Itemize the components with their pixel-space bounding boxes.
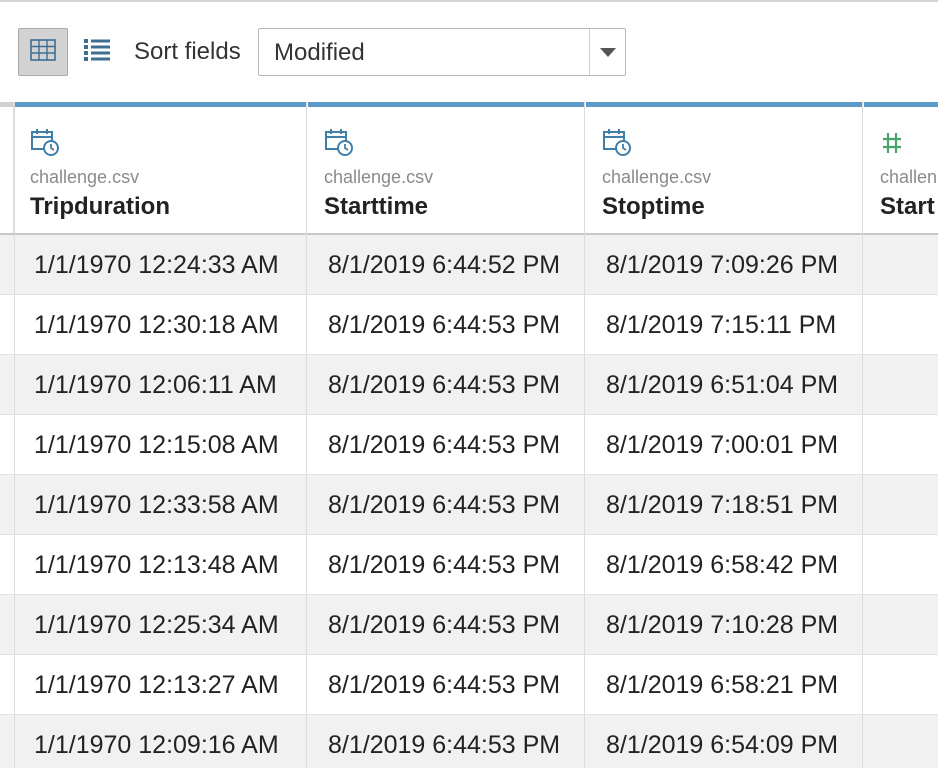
sort-fields-label: Sort fields [134, 38, 241, 65]
table-cell[interactable]: 1/1/1970 12:24:33 AM [14, 235, 306, 295]
column-name: Start [880, 193, 935, 220]
table-cell[interactable]: 8/1/2019 6:44:53 PM [308, 295, 584, 355]
column-source: challenge.csv [602, 167, 712, 187]
table-cell[interactable]: 1/1/1970 12:13:48 AM [14, 535, 306, 595]
table-row[interactable]: 1/1/1970 12:15:08 AM 8/1/2019 6:44:53 PM 8… [0, 415, 938, 475]
table-cell[interactable]: 8/1/2019 6:44:53 PM [308, 415, 584, 475]
table-cell[interactable]: 8/1/2019 7:18:51 PM [586, 475, 862, 535]
table-cell[interactable] [864, 595, 938, 655]
sort-fields-value: Modified [274, 39, 365, 66]
table-cell[interactable]: 8/1/2019 7:10:28 PM [586, 595, 862, 655]
table-cell[interactable] [864, 415, 938, 475]
column-divider [584, 102, 585, 768]
calendar-clock-icon[interactable] [324, 127, 354, 157]
table-row[interactable]: 1/1/1970 12:24:33 AM 8/1/2019 6:44:52 PM 8… [0, 235, 938, 295]
table-row[interactable]: 1/1/1970 12:33:58 AM 8/1/2019 6:44:53 PM 8… [0, 475, 938, 535]
sort-fields-dropdown[interactable]: Modified [258, 28, 626, 76]
chevron-down-icon[interactable] [600, 48, 616, 57]
table-cell[interactable]: 8/1/2019 6:51:04 PM [586, 355, 862, 415]
table-row[interactable]: 1/1/1970 12:06:11 AM 8/1/2019 6:44:53 PM 8… [0, 355, 938, 415]
table-cell[interactable] [864, 355, 938, 415]
table-row[interactable]: 1/1/1970 12:30:18 AM 8/1/2019 6:44:53 PM 8… [0, 295, 938, 355]
row-header-edge [0, 102, 14, 233]
table-cell[interactable]: 8/1/2019 6:58:21 PM [586, 655, 862, 715]
column-source: challen [880, 167, 938, 187]
table-cell[interactable] [864, 655, 938, 715]
table-cell[interactable] [864, 475, 938, 535]
grid-view-icon [30, 38, 56, 66]
table-cell[interactable]: 1/1/1970 12:25:34 AM [14, 595, 306, 655]
table-cell[interactable] [864, 535, 938, 595]
grid-view-button[interactable] [18, 28, 68, 76]
table-cell[interactable]: 8/1/2019 7:15:11 PM [586, 295, 862, 355]
table-cell[interactable]: 8/1/2019 6:44:52 PM [308, 235, 584, 295]
table-cell[interactable]: 1/1/1970 12:33:58 AM [14, 475, 306, 535]
table-row[interactable]: 1/1/1970 12:25:34 AM 8/1/2019 6:44:53 PM 8… [0, 595, 938, 655]
list-view-icon [83, 38, 111, 67]
calendar-clock-icon[interactable] [602, 127, 632, 157]
calendar-clock-icon[interactable] [30, 127, 60, 157]
column-source: challenge.csv [324, 167, 434, 187]
table-cell[interactable] [864, 715, 938, 768]
column-header-start[interactable]: challen Start [864, 102, 938, 233]
table-cell[interactable]: 8/1/2019 6:44:53 PM [308, 535, 584, 595]
table-cell[interactable]: 8/1/2019 6:44:53 PM [308, 595, 584, 655]
column-divider [862, 102, 863, 768]
toolbar: Sort fields Modified [0, 2, 938, 102]
table-row[interactable]: 1/1/1970 12:09:16 AM 8/1/2019 6:44:53 PM 8… [0, 715, 938, 768]
column-divider [306, 102, 307, 768]
column-header-starttime[interactable]: challenge.csv Starttime [308, 102, 584, 233]
table-cell[interactable]: 1/1/1970 12:06:11 AM [14, 355, 306, 415]
table-cell[interactable] [864, 295, 938, 355]
table-cell[interactable]: 8/1/2019 6:58:42 PM [586, 535, 862, 595]
table-cell[interactable]: 1/1/1970 12:13:27 AM [14, 655, 306, 715]
table-cell[interactable]: 8/1/2019 7:09:26 PM [586, 235, 862, 295]
table-cell[interactable]: 8/1/2019 6:44:53 PM [308, 355, 584, 415]
table-cell[interactable]: 8/1/2019 6:44:53 PM [308, 655, 584, 715]
table-cell[interactable]: 8/1/2019 7:00:01 PM [586, 415, 862, 475]
table-row[interactable]: 1/1/1970 12:13:27 AM 8/1/2019 6:44:53 PM 8… [0, 655, 938, 715]
dropdown-divider [589, 29, 590, 75]
column-header-stoptime[interactable]: challenge.csv Stoptime [586, 102, 862, 233]
table-cell[interactable]: 8/1/2019 6:44:53 PM [308, 715, 584, 768]
table-cell[interactable]: 1/1/1970 12:30:18 AM [14, 295, 306, 355]
table-row[interactable]: 1/1/1970 12:13:48 AM 8/1/2019 6:44:53 PM 8… [0, 535, 938, 595]
table-cell[interactable]: 8/1/2019 6:54:09 PM [586, 715, 862, 768]
column-name: Stoptime [602, 193, 705, 220]
table-cell[interactable]: 8/1/2019 6:44:53 PM [308, 475, 584, 535]
column-source: challenge.csv [30, 167, 140, 187]
list-view-button[interactable] [72, 28, 122, 76]
column-name: Starttime [324, 193, 429, 220]
column-header-tripduration[interactable]: challenge.csv Tripduration [14, 102, 306, 233]
number-hash-icon[interactable] [880, 127, 910, 157]
column-name: Tripduration [30, 193, 170, 220]
data-grid: challenge.csv Tripduration challenge.csv… [0, 102, 938, 768]
table-cell[interactable]: 1/1/1970 12:15:08 AM [14, 415, 306, 475]
table-cell[interactable] [864, 235, 938, 295]
table-cell[interactable]: 1/1/1970 12:09:16 AM [14, 715, 306, 768]
column-divider [14, 102, 15, 768]
